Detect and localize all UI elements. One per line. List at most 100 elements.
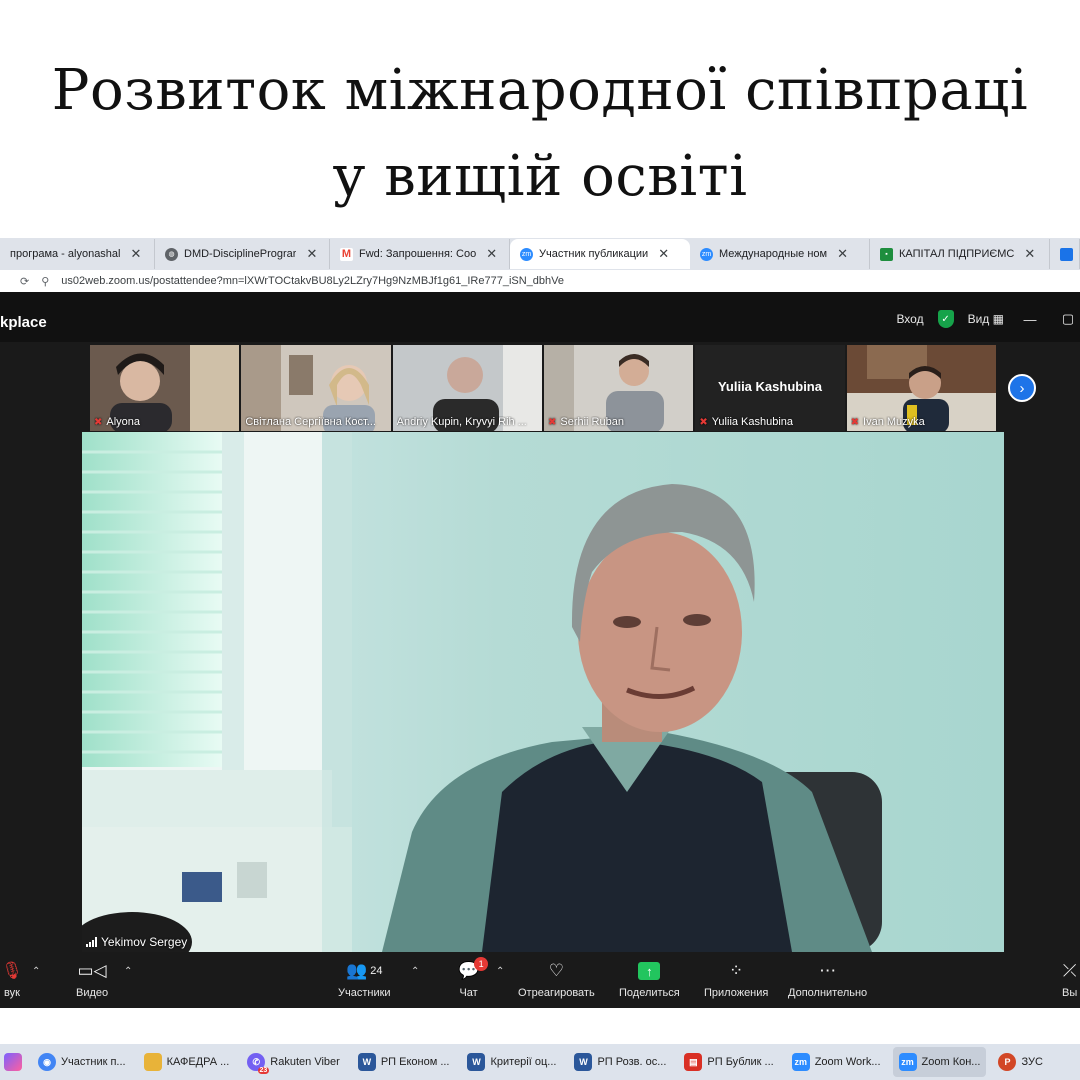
browser-tab-more[interactable]	[1050, 239, 1080, 269]
close-icon[interactable]: ✕	[837, 246, 848, 262]
browser-tab-zoom-active[interactable]: zm Участник публикации ✕	[510, 239, 690, 269]
tab-label: Участник публикации	[539, 248, 649, 260]
share-button[interactable]: ↑ Поделиться	[619, 960, 680, 999]
browser-tab-strip: програма - alyonashal ✕ ◍ DMD-Discipline…	[0, 238, 1080, 270]
tab-label: програма - alyonashal	[10, 248, 121, 260]
participant-strip: ✖ Alyona Світлана Сергіївна Кост... Andr…	[90, 345, 996, 431]
url-field[interactable]: us02web.zoom.us/postattendee?mn=lXWrTOCt…	[61, 275, 564, 287]
taskbar-item-word-1[interactable]: W РП Економ ...	[352, 1047, 456, 1077]
browser-tab-gmail[interactable]: M Fwd: Запрошення: Coo ✕	[330, 239, 510, 269]
view-label: Вид	[967, 312, 990, 326]
participant-thumb[interactable]: Andriy Kupin, Kryvyi Rih ...	[392, 345, 542, 431]
participant-thumb[interactable]: ✖ Serhii Ruban	[543, 345, 694, 431]
participant-thumb[interactable]: ✖ Ivan Muzyka	[846, 345, 996, 431]
zoom-brand: kplace	[0, 314, 47, 331]
more-button[interactable]: ⋯ Дополнительно	[788, 960, 867, 999]
chevron-right-icon[interactable]: ›	[1008, 374, 1036, 402]
taskbar-item-word-2[interactable]: W Критерії оц...	[461, 1047, 562, 1077]
participant-name: Alyona	[106, 416, 141, 428]
apps-icon: ⁘	[729, 961, 744, 980]
chat-label: Чат	[459, 987, 478, 999]
taskbar-label: РП Розв. ос...	[597, 1056, 667, 1068]
slide-headline: Розвиток міжнародної співпраці у вищій о…	[0, 48, 1080, 220]
muted-mic-icon: ✖	[547, 416, 557, 428]
participant-name-row: ✖ Yuliia Kashubina	[699, 416, 840, 428]
maximize-icon[interactable]: ▢	[1056, 311, 1080, 327]
participants-button[interactable]: 👥 24 Участники	[338, 960, 391, 999]
taskbar-app-partial[interactable]	[0, 1047, 26, 1077]
taskbar-item-powerpoint[interactable]: P ЗУС	[992, 1047, 1048, 1077]
close-icon[interactable]: ✕	[486, 246, 497, 262]
zoom-icon: zm	[898, 1053, 917, 1071]
participant-thumb[interactable]: Світлана Сергіївна Кост...	[241, 345, 391, 431]
audio-button[interactable]: 🎙 вук	[0, 960, 24, 999]
chevron-up-icon[interactable]: ⌃	[496, 966, 504, 977]
taskbar-item-pdf[interactable]: ▤ РП Бублик ...	[678, 1047, 779, 1077]
minimize-icon[interactable]: —	[1018, 312, 1042, 327]
globe-icon: ◍	[165, 247, 178, 261]
close-icon[interactable]: ✕	[306, 246, 317, 262]
speaker-label: Yekimov Sergey	[86, 935, 187, 949]
chevron-up-icon[interactable]: ⌃	[411, 966, 419, 977]
taskbar-label: ЗУС	[1021, 1056, 1043, 1068]
chat-button[interactable]: 💬 1 Чат	[458, 957, 489, 999]
more-dots-icon: ⋯	[819, 961, 837, 980]
shield-icon[interactable]: ✓	[937, 310, 954, 328]
apps-label: Приложения	[704, 987, 769, 999]
chevron-up-icon[interactable]: ⌃	[124, 966, 132, 977]
leave-button[interactable]: ⤫ Вы	[1062, 960, 1077, 999]
meeting-toolbar: 🎙 вук ⌃ ▭◁ Видео ⌃ 👥 24 Участники ⌃ 💬 1 Ча…	[0, 956, 1080, 1008]
zoom-icon: zm	[791, 1053, 810, 1071]
participant-name: Yuliia Kashubina	[711, 416, 794, 428]
browser-tab-dmd[interactable]: ◍ DMD-DisciplinePrograr ✕	[155, 239, 330, 269]
taskbar-item-zoom-meeting[interactable]: zm Zoom Кон...	[892, 1047, 987, 1077]
tab-label: КАПІТАЛ ПІДПРИЄМС	[899, 248, 1015, 260]
more-label: Дополнительно	[788, 987, 868, 999]
browser-tab-zoom[interactable]: zm Международные ном ✕	[690, 239, 870, 269]
audio-label: вук	[4, 987, 20, 999]
participant-thumb[interactable]: Yuliia Kashubina ✖ Yuliia Kashubina	[695, 345, 845, 431]
video-button[interactable]: ▭◁ Видео	[76, 960, 108, 999]
chat-icon: 💬 1	[458, 957, 489, 982]
close-icon[interactable]: ✕	[1024, 246, 1035, 262]
taskbar-label: Участник п...	[61, 1056, 126, 1068]
chevron-up-icon[interactable]: ⌃	[32, 966, 40, 977]
participant-name: Ivan Muzyka	[863, 416, 925, 428]
view-button[interactable]: Вид ▦	[968, 312, 1004, 326]
enter-label[interactable]: Вход	[896, 312, 923, 326]
react-label: Отреагировать	[518, 987, 595, 999]
participant-name: Світлана Сергіївна Кост...	[245, 416, 376, 428]
taskbar-item-zoom-workplace[interactable]: zm Zoom Work...	[786, 1047, 887, 1077]
active-speaker-video: Yekimov Sergey	[82, 432, 1004, 952]
share-screen-icon: ↑	[638, 960, 661, 982]
word-icon: W	[357, 1053, 376, 1071]
classroom-icon: ▪	[880, 247, 893, 261]
zoom-window: kplace Вход ✓ Вид ▦ — ▢ ✖ Alyona Світлан…	[0, 292, 1080, 1008]
tab-label: Fwd: Запрошення: Coo	[359, 248, 477, 260]
taskbar-item-chrome[interactable]: ◉ Участник п...	[32, 1047, 132, 1077]
tab-label: DMD-DisciplinePrograr	[184, 248, 297, 260]
taskbar-item-viber[interactable]: ✆ 23 Rakuten Viber	[241, 1047, 346, 1077]
browser-tab-programa[interactable]: програма - alyonashal ✕	[0, 239, 155, 269]
participants-count: 24	[370, 965, 383, 977]
muted-mic-icon: ✖	[850, 416, 860, 428]
tab-label: Международные ном	[719, 248, 828, 260]
close-icon[interactable]: ✕	[658, 246, 669, 262]
participant-thumb[interactable]: ✖ Alyona	[90, 345, 240, 431]
viber-badge: 23	[257, 1067, 270, 1074]
taskbar-item-word-3[interactable]: W РП Розв. ос...	[568, 1047, 672, 1077]
speaker-scene	[82, 432, 1004, 952]
heart-icon: ♡	[548, 961, 564, 980]
signal-strength-icon	[86, 937, 97, 947]
browser-tab-classroom[interactable]: ▪ КАПІТАЛ ПІДПРИЄМС ✕	[870, 239, 1050, 269]
site-info-icon[interactable]: ⚲	[41, 275, 49, 288]
apps-button[interactable]: ⁘ Приложения	[704, 960, 768, 999]
speaker-name: Yekimov Sergey	[101, 935, 188, 949]
reload-icon[interactable]: ⟳	[20, 275, 29, 288]
react-button[interactable]: ♡ Отреагировать	[518, 960, 595, 999]
taskbar-item-folder[interactable]: КАФЕДРА ...	[138, 1047, 236, 1077]
word-icon: W	[467, 1053, 486, 1071]
close-icon[interactable]: ✕	[131, 246, 142, 262]
taskbar-label: Zoom Work...	[814, 1056, 881, 1068]
taskbar-label: КАФЕДРА ...	[166, 1056, 230, 1068]
